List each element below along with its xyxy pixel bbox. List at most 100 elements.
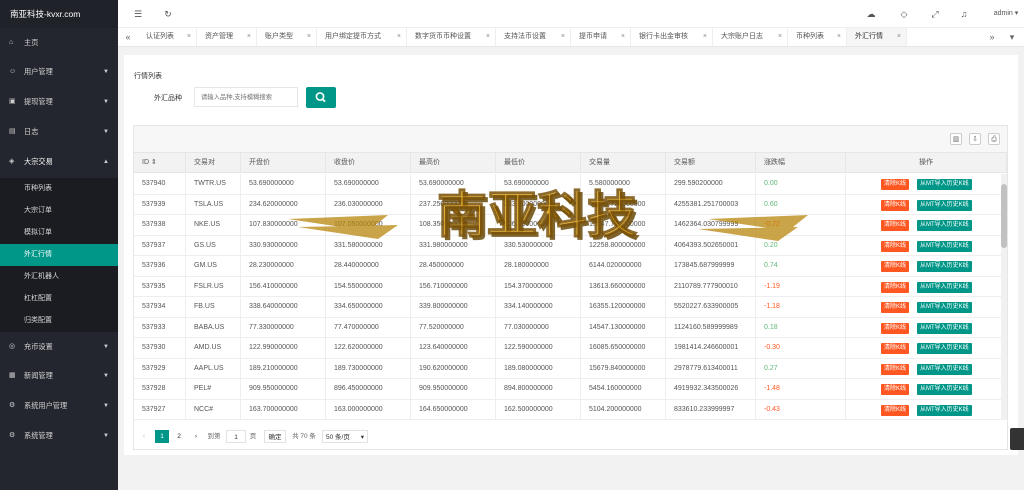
tab-crypto-settings[interactable]: 数字货币币种设置 × <box>407 28 496 46</box>
sidebar-item-deposit[interactable]: ◎ 充币设置 ▼ <box>0 332 118 362</box>
import-mt-kline-button[interactable]: 从MT导入历史K线 <box>917 384 972 395</box>
col-volume: 交易量 <box>581 153 666 173</box>
import-mt-kline-button[interactable]: 从MT导入历史K线 <box>917 179 972 190</box>
subitem-forex-robot[interactable]: 外汇机器人 <box>0 266 118 288</box>
close-icon[interactable]: × <box>897 28 901 46</box>
tab-fiat-settings[interactable]: 支持法币设置 × <box>496 28 571 46</box>
import-mt-kline-button[interactable]: 从MT导入历史K线 <box>917 199 972 211</box>
cell-close: 53.690000000 <box>326 174 411 194</box>
columns-icon[interactable]: ▥ <box>950 133 962 145</box>
export-icon[interactable]: ⇩ <box>969 133 981 145</box>
next-page-button[interactable]: › <box>190 430 202 443</box>
clear-kline-button[interactable]: 清除K线 <box>881 240 910 252</box>
tabs-next-icon[interactable]: » <box>982 28 1002 46</box>
clear-kline-button[interactable]: 清除K线 <box>881 261 910 272</box>
clear-kline-button[interactable]: 清除K线 <box>881 384 910 395</box>
import-mt-kline-button[interactable]: 从MT导入历史K线 <box>917 343 972 354</box>
close-icon[interactable]: × <box>837 28 841 46</box>
tab-account-type[interactable]: 账户类型 × <box>257 28 317 46</box>
import-mt-kline-button[interactable]: 从MT导入历史K线 <box>917 281 972 293</box>
close-icon[interactable]: × <box>187 28 191 46</box>
per-page-select[interactable]: 50 条/页 ▾ <box>322 430 368 443</box>
menu-toggle-icon[interactable]: ☰ <box>128 0 148 28</box>
page-2-button[interactable]: 2 <box>172 430 186 443</box>
import-mt-kline-button[interactable]: 从MT导入历史K线 <box>917 261 972 272</box>
subitem-leverage[interactable]: 杠杠配置 <box>0 288 118 310</box>
cell-close: 122.620000000 <box>326 338 411 358</box>
refresh-icon[interactable]: ↻ <box>158 0 178 28</box>
sidebar-item-logs[interactable]: ▤ 日志 ▼ <box>0 117 118 147</box>
search-input[interactable] <box>194 87 298 107</box>
cell-vol: 5454.160000000 <box>581 379 666 399</box>
sidebar-item-users[interactable]: ☺ 用户管理 ▼ <box>0 57 118 87</box>
user-menu[interactable]: admin ▾ <box>988 0 1024 28</box>
tab-coin-list[interactable]: 币种列表 × <box>788 28 847 46</box>
tab-forex-quotes[interactable]: 外汇行情 × <box>847 28 907 46</box>
fullscreen-icon[interactable]: ⤢ <box>926 0 944 28</box>
tab-bind-withdraw[interactable]: 用户绑定提币方式 × <box>317 28 407 46</box>
close-icon[interactable]: × <box>778 28 782 46</box>
tabs-menu-icon[interactable]: ▾ <box>1002 28 1022 46</box>
bell-icon[interactable]: ♫ <box>955 0 973 28</box>
import-mt-kline-button[interactable]: 从MT导入历史K线 <box>917 404 972 416</box>
cell-open: 163.700000000 <box>241 399 326 420</box>
close-icon[interactable]: × <box>486 28 490 46</box>
search-button[interactable] <box>306 87 336 108</box>
import-mt-kline-button[interactable]: 从MT导入历史K线 <box>917 302 972 313</box>
subitem-category[interactable]: 归类配置 <box>0 310 118 332</box>
sidebar-item-news[interactable]: ▦ 新闻管理 ▼ <box>0 361 118 391</box>
close-icon[interactable]: × <box>561 28 565 46</box>
clear-kline-button[interactable]: 清除K线 <box>881 281 910 293</box>
sidebar-item-block-trade[interactable]: ◈ 大宗交易 ▲ <box>0 147 118 177</box>
tab-auth-list[interactable]: 认证列表 × <box>138 28 197 46</box>
close-icon[interactable]: × <box>703 28 707 46</box>
subitem-block-orders[interactable]: 大宗订单 <box>0 200 118 222</box>
tab-block-log[interactable]: 大宗账户日志 × <box>713 28 788 46</box>
sidebar-item-sys-users[interactable]: ⚙ 系统用户管理 ▼ <box>0 391 118 421</box>
clear-kline-button[interactable]: 清除K线 <box>881 220 910 231</box>
close-icon[interactable]: × <box>307 28 311 46</box>
theme-icon[interactable]: ☁ <box>862 0 880 28</box>
clear-kline-button[interactable]: 清除K线 <box>881 199 910 211</box>
scrollbar-thumb[interactable] <box>1001 184 1007 248</box>
sidebar-item-system[interactable]: ⚙ 系统管理 ▼ <box>0 421 118 451</box>
lock-screen-icon[interactable] <box>1010 428 1024 450</box>
cell-pair: AMD.US <box>186 338 241 358</box>
tab-bank-review[interactable]: 银行卡出金审核 × <box>631 28 713 46</box>
subitem-forex-quotes[interactable]: 外汇行情 <box>0 244 118 266</box>
col-id[interactable]: ID ⇕ <box>134 153 186 173</box>
sidebar-item-home[interactable]: ⌂ 主页 <box>0 28 118 58</box>
tab-assets[interactable]: 资产管理 × <box>197 28 257 46</box>
import-mt-kline-button[interactable]: 从MT导入历史K线 <box>917 240 972 252</box>
page-input[interactable]: 1 <box>226 430 246 443</box>
sidebar-item-withdraw[interactable]: ▣ 提现管理 ▼ <box>0 87 118 117</box>
clear-kline-button[interactable]: 清除K线 <box>881 363 910 375</box>
page-unit-label: 页 <box>249 433 257 440</box>
close-icon[interactable]: × <box>247 28 251 46</box>
clear-kline-button[interactable]: 清除K线 <box>881 322 910 334</box>
subitem-coin-list[interactable]: 币种列表 <box>0 178 118 200</box>
import-mt-kline-button[interactable]: 从MT导入历史K线 <box>917 220 972 231</box>
table-scrollbar[interactable] <box>1001 174 1007 420</box>
clear-kline-button[interactable]: 清除K线 <box>881 302 910 313</box>
import-mt-kline-button[interactable]: 从MT导入历史K线 <box>917 363 972 375</box>
cell-vol: 14547.130000000 <box>581 317 666 338</box>
clear-kline-button[interactable]: 清除K线 <box>881 404 910 416</box>
import-mt-kline-button[interactable]: 从MT导入历史K线 <box>917 322 972 334</box>
tab-withdraw-requests[interactable]: 提币申请 × <box>571 28 631 46</box>
clear-kline-button[interactable]: 清除K线 <box>881 179 910 190</box>
page-1-button[interactable]: 1 <box>155 430 169 443</box>
goto-confirm-button[interactable]: 确定 <box>264 430 286 443</box>
tag-icon[interactable]: ◇ <box>895 0 913 28</box>
close-icon[interactable]: × <box>621 28 625 46</box>
subitem-sim-orders[interactable]: 模拟订单 <box>0 222 118 244</box>
cell-close: 189.730000000 <box>326 358 411 379</box>
prev-page-button[interactable]: ‹ <box>138 430 150 443</box>
sort-icon[interactable]: ⇕ <box>151 159 157 166</box>
cell-amt: 1124160.589999989 <box>666 317 756 338</box>
print-icon[interactable]: ⎙ <box>988 133 1000 145</box>
tabs-prev-icon[interactable]: « <box>118 28 138 46</box>
clear-kline-button[interactable]: 清除K线 <box>881 343 910 354</box>
close-icon[interactable]: × <box>397 28 401 46</box>
cell-low: 154.370000000 <box>496 276 581 297</box>
